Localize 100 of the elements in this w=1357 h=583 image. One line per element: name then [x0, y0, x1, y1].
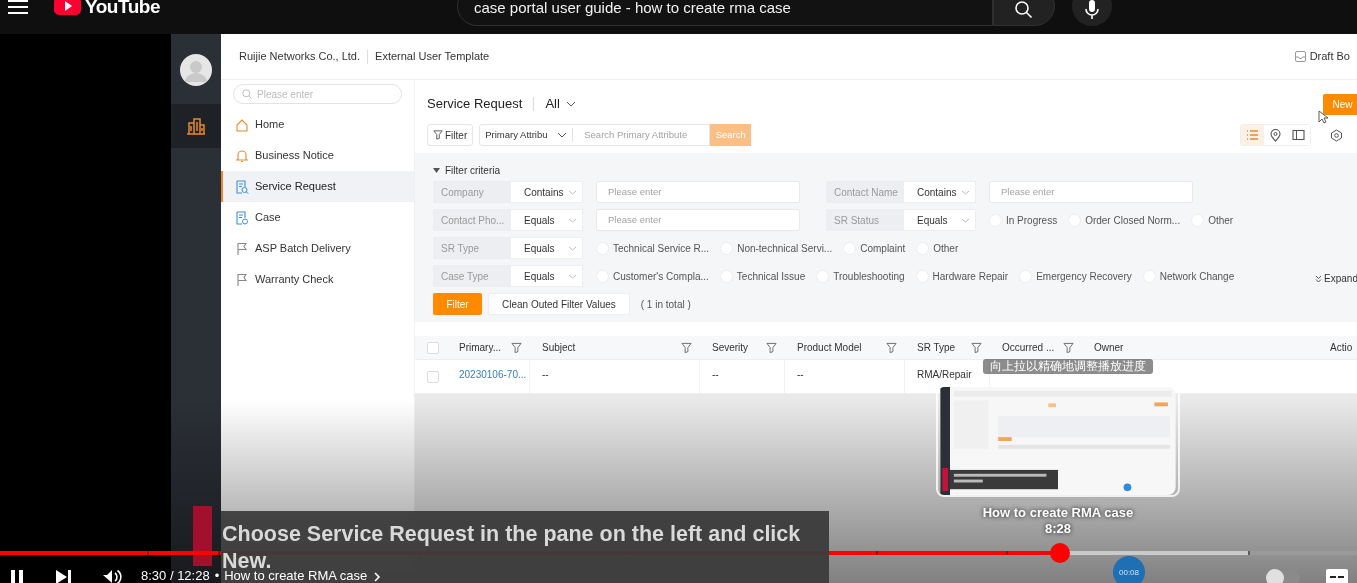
table-cell-text: --: [542, 368, 549, 382]
radio-option[interactable]: Other: [916, 240, 959, 256]
sidebar-item[interactable]: Warranty Check: [221, 264, 414, 295]
volume-icon[interactable]: [102, 568, 122, 583]
panel-view-icon: [1292, 128, 1305, 142]
microphone-icon: [1085, 0, 1099, 20]
operator-dropdown[interactable]: Equals: [510, 237, 583, 259]
document-search-icon: [235, 179, 249, 194]
play-logo-icon: [54, 0, 81, 15]
building-icon: [186, 117, 206, 135]
table-cell-text: --: [712, 368, 719, 382]
chevron-down-icon: [565, 101, 576, 107]
list-view-icon: [1246, 128, 1259, 142]
chevron-down-icon: [568, 189, 577, 195]
page-title: Service Request: [427, 95, 523, 114]
chevron-right-icon[interactable]: [373, 571, 382, 583]
draft-box-link[interactable]: Draft Bo: [1309, 48, 1350, 65]
separator-dot: •: [214, 568, 220, 583]
select-all-checkbox[interactable]: [427, 341, 439, 354]
pause-icon[interactable]: [10, 568, 24, 583]
sidebar-item[interactable]: ASP Batch Delivery: [221, 233, 414, 264]
field-label: Contact Pho...: [433, 209, 510, 231]
avatar-icon: [180, 54, 212, 86]
preview-time: 8:28: [1045, 521, 1071, 537]
column-header[interactable]: SR Type: [905, 336, 990, 359]
rail-tab[interactable]: [171, 104, 221, 148]
radio-option[interactable]: Customer's Compla...: [596, 268, 709, 284]
chevron-down-icon: [568, 217, 577, 223]
table-cell-text: RMA/Repair: [917, 368, 972, 382]
table-cell-text: --: [797, 368, 804, 382]
document-icon: [235, 210, 249, 225]
logo-text[interactable]: YouTube: [85, 0, 160, 18]
field-label: SR Type: [433, 237, 510, 259]
radio-option[interactable]: In Progress: [989, 212, 1058, 228]
flag-icon: [235, 241, 249, 256]
chevron-down-icon: [568, 245, 577, 251]
chevron-down-icon: [961, 189, 970, 195]
sidebar-item[interactable]: Service Request: [221, 171, 414, 202]
company-name: Ruijie Networks Co., Ltd.: [239, 49, 361, 65]
operator-dropdown[interactable]: Contains: [510, 181, 583, 203]
radio-option[interactable]: Emergency Recovery: [1019, 268, 1132, 284]
field-label: Company: [433, 181, 510, 203]
row-checkbox[interactable]: [427, 370, 439, 383]
operator-dropdown[interactable]: Equals: [903, 209, 976, 231]
flag-icon: [235, 272, 249, 287]
radio-option[interactable]: Other: [1191, 212, 1234, 228]
radio-option[interactable]: Troubleshooting: [816, 268, 905, 284]
record-link[interactable]: 20230106-70...: [459, 367, 527, 386]
operator-dropdown[interactable]: Equals: [510, 265, 583, 287]
preview-title: How to create RMA case: [982, 505, 1134, 521]
radio-option[interactable]: Technical Issue: [719, 268, 806, 284]
sidebar-item[interactable]: Case: [221, 202, 414, 233]
field-label: SR Status: [826, 209, 903, 231]
inbox-icon: [1294, 51, 1306, 62]
settings-icon[interactable]: [1330, 128, 1343, 142]
menu-icon: [8, 0, 28, 14]
operator-dropdown[interactable]: Equals: [510, 209, 583, 231]
map-pin-icon: [1269, 128, 1282, 142]
column-header[interactable]: Product Model: [785, 336, 905, 359]
time-display: 8:30 / 12:28: [141, 568, 210, 583]
search-icon: [242, 89, 252, 99]
radio-option[interactable]: Network Change: [1142, 268, 1235, 284]
sidebar-item[interactable]: Business Notice: [221, 140, 414, 171]
radio-option[interactable]: Order Closed Norm...: [1068, 212, 1181, 228]
bell-icon: [235, 148, 249, 163]
subtitles-icon[interactable]: [1325, 568, 1349, 583]
sidebar-item[interactable]: Home: [221, 109, 414, 140]
chevron-down-icon: [961, 217, 970, 223]
rail-marker: [193, 506, 212, 566]
view-dropdown[interactable]: All: [545, 94, 576, 114]
filter-criteria-title: Filter criteria: [445, 163, 500, 178]
chevron-down-icon: [568, 273, 577, 279]
home-icon: [235, 117, 249, 132]
total-count: ( 1 in total ): [640, 297, 691, 312]
expand-link[interactable]: Expand: [1315, 271, 1357, 286]
filter-button[interactable]: Filter: [427, 124, 474, 146]
search-field[interactable]: case portal user guide - how to create rma case: [457, 0, 993, 26]
autoplay-toggle[interactable]: [1266, 571, 1300, 583]
column-header[interactable]: Actio: [1318, 336, 1357, 359]
template-name: External User Template: [375, 49, 490, 65]
radio-option[interactable]: Technical Service R...: [596, 240, 710, 256]
column-header[interactable]: Occurred ...: [990, 336, 1082, 359]
field-label: Contact Name: [826, 181, 903, 203]
cursor-icon: [1318, 110, 1328, 124]
chapter-title[interactable]: How to create RMA case: [224, 568, 368, 583]
double-chevron-icon: [1315, 274, 1323, 283]
operator-dropdown[interactable]: Contains: [903, 181, 976, 203]
radio-option[interactable]: Non-technical Servi...: [720, 240, 833, 256]
clear-filters-button[interactable]: Clean Outed Filter Values: [488, 293, 630, 315]
field-label: Case Type: [433, 265, 510, 287]
search-icon: [1014, 0, 1034, 20]
view-mode-switcher[interactable]: [1240, 124, 1311, 146]
column-header[interactable]: Severity: [700, 336, 785, 359]
column-header[interactable]: Primary...: [447, 336, 530, 359]
radio-option[interactable]: Hardware Repair: [915, 268, 1009, 284]
column-header[interactable]: Owner: [1082, 336, 1318, 359]
seek-hint: 向上拉以精确地调整播放进度: [983, 359, 1153, 374]
column-header[interactable]: Subject: [530, 336, 700, 359]
radio-option[interactable]: Complaint: [843, 240, 906, 256]
next-icon[interactable]: [55, 568, 72, 583]
